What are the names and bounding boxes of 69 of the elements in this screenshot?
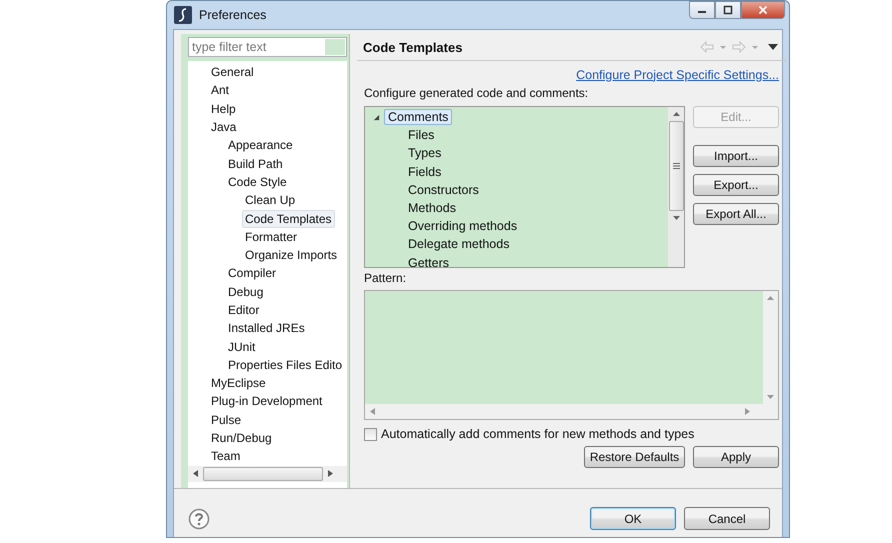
- side-button[interactable]: Import...: [693, 145, 779, 167]
- caret-icon[interactable]: [719, 44, 727, 50]
- back-arrow-icon[interactable]: [700, 41, 714, 53]
- pattern-text-area[interactable]: [364, 290, 779, 420]
- tree-item[interactable]: Appearance: [225, 136, 296, 154]
- tree-item[interactable]: Help: [208, 100, 239, 118]
- tree-item[interactable]: Plug-in Development: [208, 392, 326, 410]
- close-icon: [758, 5, 768, 15]
- scroll-right-icon[interactable]: [328, 470, 333, 478]
- window-title: Preferences: [199, 8, 268, 22]
- tree-item[interactable]: Java: [208, 118, 240, 136]
- tree-item[interactable]: Run/Debug: [208, 429, 275, 448]
- project-settings-link[interactable]: Configure Project Specific Settings...: [576, 68, 779, 82]
- pattern-label: Pattern:: [364, 271, 408, 287]
- tree-item[interactable]: Pulse: [208, 410, 244, 429]
- collapse-arrow-icon[interactable]: [373, 114, 380, 121]
- scroll-up-icon[interactable]: [767, 296, 774, 300]
- filter-field[interactable]: type filter text: [188, 37, 347, 57]
- tree-item[interactable]: Properties Files Edito: [225, 356, 346, 374]
- tree-item[interactable]: Build Path: [225, 154, 286, 173]
- tree-item[interactable]: Editor: [225, 301, 262, 319]
- scroll-down-icon[interactable]: [767, 395, 774, 399]
- checkbox[interactable]: [364, 428, 377, 440]
- tree-item[interactable]: Debug: [225, 282, 266, 301]
- app-icon: [174, 6, 192, 24]
- minimize-button[interactable]: [689, 1, 715, 19]
- tree-item[interactable]: Files: [404, 127, 438, 144]
- scroll-up-icon[interactable]: [672, 112, 680, 116]
- section-label: Configure generated code and comments:: [364, 86, 590, 102]
- close-button[interactable]: [741, 1, 785, 19]
- ok-button[interactable]: OK: [590, 507, 676, 530]
- help-icon[interactable]: [188, 508, 210, 530]
- tree-item[interactable]: Formatter: [242, 228, 300, 246]
- tree-item[interactable]: Ant: [208, 81, 232, 100]
- side-button[interactable]: Export All...: [693, 203, 779, 225]
- tree-item[interactable]: General: [208, 63, 257, 82]
- tree-item[interactable]: Methods: [404, 200, 460, 216]
- tree-item[interactable]: Delegate methods: [404, 236, 514, 252]
- tree-item[interactable]: Clean Up: [242, 191, 298, 210]
- side-button[interactable]: Export...: [693, 174, 779, 196]
- tree-item[interactable]: Team: [208, 447, 244, 466]
- tree-item[interactable]: Overriding methods: [404, 218, 522, 234]
- page-title: Code Templates: [363, 40, 464, 54]
- tree-item[interactable]: Code Templates: [242, 210, 334, 228]
- grip-icon: [672, 163, 680, 169]
- vertical-scrollbar[interactable]: [668, 107, 684, 267]
- forward-arrow-icon[interactable]: [732, 41, 746, 53]
- scroll-down-icon[interactable]: [672, 216, 680, 220]
- restore-defaults-button[interactable]: Restore Defaults: [584, 446, 685, 468]
- tree-item[interactable]: Comments: [384, 109, 452, 126]
- tree-item[interactable]: MyEclipse: [208, 374, 269, 392]
- horizontal-scrollbar[interactable]: [188, 466, 347, 482]
- tree-item[interactable]: Code Style: [225, 172, 290, 191]
- checkbox-label[interactable]: Automatically add comments for new methods and types: [381, 427, 694, 441]
- maximize-icon: [723, 5, 733, 15]
- caret-icon[interactable]: [751, 44, 759, 50]
- maximize-button[interactable]: [715, 1, 741, 19]
- tree-item[interactable]: Organize Imports: [242, 246, 340, 264]
- apply-button[interactable]: Apply: [693, 446, 779, 468]
- tree-item[interactable]: Fields: [404, 164, 446, 180]
- scroll-left-icon[interactable]: [193, 470, 198, 478]
- tree-item[interactable]: Getters: [404, 254, 453, 267]
- tree-item[interactable]: Compiler: [225, 264, 280, 282]
- tree-item[interactable]: Constructors: [404, 182, 483, 198]
- tree-item[interactable]: Types: [404, 145, 446, 162]
- menu-caret-icon[interactable]: [768, 44, 778, 50]
- tree-item[interactable]: Installed JREs: [225, 319, 308, 338]
- cancel-button[interactable]: Cancel: [684, 507, 770, 530]
- tree-item[interactable]: JUnit: [225, 338, 258, 356]
